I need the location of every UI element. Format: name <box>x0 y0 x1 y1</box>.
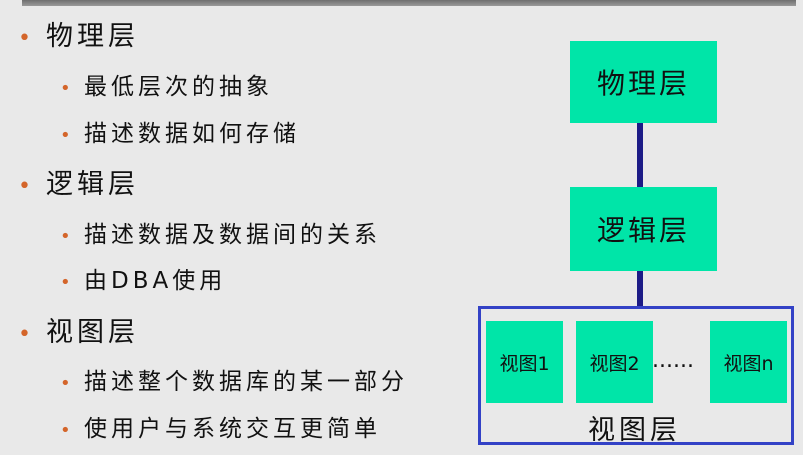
view-layer-label: 视图层 <box>588 415 681 446</box>
bullet-dot-icon: • <box>60 78 75 99</box>
bullet-dot-icon: • <box>60 420 75 441</box>
bullet-lowest-abstraction: • 最低层次的抽象 <box>60 74 273 100</box>
bullet-logical-layer: • 逻辑层 <box>18 169 139 200</box>
connector-physical-logical <box>637 122 643 188</box>
connector-logical-view <box>637 270 643 308</box>
bullet-dot-icon: • <box>60 226 75 247</box>
bullet-dot-icon: • <box>60 272 75 293</box>
bullet-view-layer: • 视图层 <box>18 317 139 348</box>
bullet-used-by-dba: • 由DBA使用 <box>60 268 227 294</box>
bullet-dot-icon: • <box>60 125 75 146</box>
view-1-box: 视图1 <box>486 321 563 403</box>
physical-layer-box: 物理层 <box>570 41 717 123</box>
bullet-dot-icon: • <box>18 322 35 347</box>
bullet-describe-relations: • 描述数据及数据间的关系 <box>60 222 381 248</box>
view-2-box: 视图2 <box>576 321 653 403</box>
logical-layer-box: 逻辑层 <box>570 187 717 271</box>
title-bar-decoration <box>22 0 796 6</box>
bullet-describe-storage: • 描述数据如何存储 <box>60 121 300 147</box>
view-ellipsis: ...... <box>652 348 694 373</box>
bullet-dot-icon: • <box>60 373 75 394</box>
bullet-describe-part: • 描述整个数据库的某一部分 <box>60 369 408 395</box>
view-n-box: 视图n <box>710 321 787 403</box>
bullet-simplify-interaction: • 使用户与系统交互更简单 <box>60 416 381 442</box>
bullet-physical-layer: • 物理层 <box>18 21 139 52</box>
bullet-dot-icon: • <box>18 174 35 199</box>
bullet-dot-icon: • <box>18 26 35 51</box>
